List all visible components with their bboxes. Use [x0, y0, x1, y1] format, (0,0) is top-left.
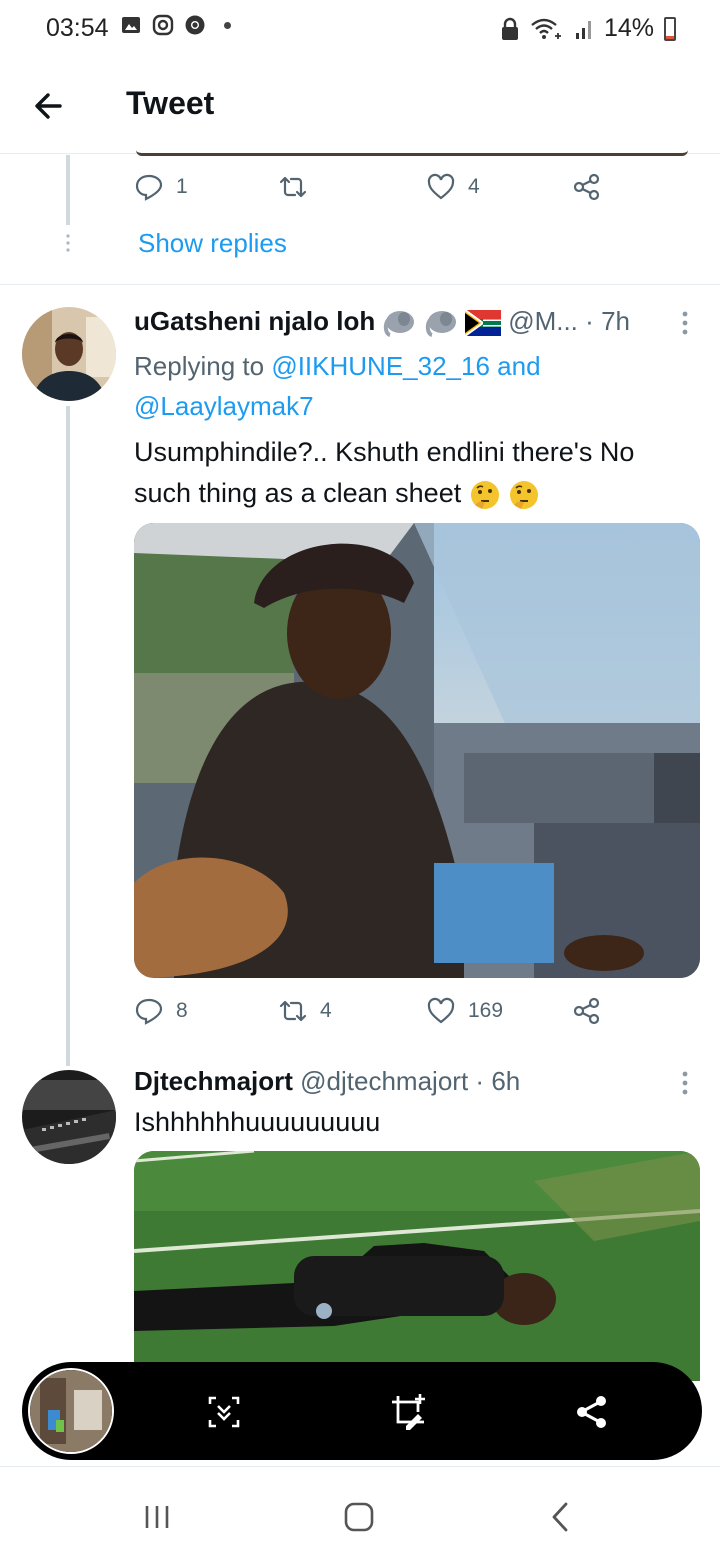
avatar[interactable]	[22, 307, 116, 401]
notification-dot-icon	[224, 21, 231, 29]
replying-to: Replying to @IIKHUNE_32_16 and @Laaylaym…	[134, 346, 694, 426]
previous-tweet-actions: 1 4	[134, 172, 614, 212]
like-button[interactable]: 4	[426, 172, 480, 202]
retweet-button[interactable]: 4	[278, 996, 332, 1026]
scroll-capture-icon[interactable]	[204, 1392, 244, 1432]
wifi-icon	[531, 18, 561, 39]
divider	[0, 1466, 720, 1467]
separator: ·	[475, 1066, 485, 1096]
mention-link[interactable]: @IIKHUNE_32_16	[271, 351, 490, 381]
like-count: 169	[468, 999, 504, 1022]
retweet-icon	[279, 1000, 307, 1022]
signal-icon	[575, 20, 591, 39]
thread-line	[66, 155, 70, 225]
crop-edit-icon[interactable]	[388, 1392, 428, 1432]
reply-icon	[135, 174, 163, 201]
battery-percentage: 14%	[603, 14, 654, 42]
tweet-header: Djtechmajort @djtechmajort · 6h	[134, 1066, 520, 1097]
lock-icon	[501, 17, 518, 40]
tweet-time: 7h	[601, 306, 630, 336]
tweet-image[interactable]	[134, 523, 700, 978]
tweet-actions: 8 4 169	[134, 996, 614, 1036]
display-name[interactable]: uGatsheni njalo loh	[134, 306, 375, 336]
reply-button[interactable]: 1	[134, 172, 188, 202]
avatar-photo	[22, 307, 116, 401]
heart-icon	[427, 997, 455, 1024]
car-photo	[134, 523, 700, 978]
like-button[interactable]: 169	[426, 996, 503, 1026]
screenshot-toolbar	[22, 1362, 702, 1460]
previous-tweet-media[interactable]	[136, 150, 688, 156]
reply-count: 8	[176, 999, 188, 1022]
tweet-header: uGatsheni njalo loh @M... · 7h	[134, 306, 630, 338]
display-name[interactable]: Djtechmajort	[134, 1066, 293, 1096]
share-icon	[573, 997, 600, 1025]
replying-and[interactable]: and	[497, 351, 540, 381]
reply-button[interactable]: 8	[134, 996, 188, 1026]
retweet-count: 4	[320, 999, 332, 1022]
status-bar: 03:54 14%	[0, 0, 720, 58]
handle[interactable]: @M...	[508, 306, 578, 336]
retweet-button[interactable]	[278, 172, 320, 202]
separator: ·	[585, 306, 594, 336]
system-nav-bar	[0, 1470, 720, 1560]
thinking-face-emoji	[510, 480, 539, 509]
elephant-emoji	[384, 311, 415, 338]
mention-link[interactable]: @Laaylaymak7	[134, 391, 314, 421]
like-count: 4	[468, 175, 480, 198]
app-header: Tweet	[0, 58, 720, 154]
more-options-icon[interactable]	[680, 1070, 690, 1098]
tweet-body: Usumphindile?.. Kshuth endlini there's N…	[134, 437, 635, 508]
share-icon	[573, 173, 600, 201]
battery-icon	[664, 16, 676, 41]
share-button[interactable]	[572, 996, 602, 1026]
screenshot-thumbnail[interactable]	[28, 1368, 114, 1454]
thinking-face-emoji	[470, 480, 499, 509]
tweet-time: 6h	[491, 1066, 521, 1096]
thread-line	[66, 406, 70, 1066]
page-title: Tweet	[126, 85, 215, 121]
home-icon[interactable]	[342, 1500, 376, 1534]
arrow-left-icon[interactable]	[30, 86, 70, 126]
elephant-emoji	[425, 311, 456, 338]
handle[interactable]: @djtechmajort	[300, 1066, 468, 1096]
back-icon[interactable]	[544, 1500, 578, 1534]
show-replies-link[interactable]: Show replies	[138, 228, 287, 259]
gallery-icon	[122, 17, 140, 33]
pitch-photo	[134, 1151, 700, 1381]
tweet-text: Ishhhhhhuuuuuuuuu	[134, 1107, 381, 1137]
recent-apps-icon[interactable]	[140, 1500, 174, 1534]
avatar-photo	[22, 1070, 116, 1164]
instagram-icon	[152, 14, 174, 36]
more-options-icon[interactable]	[680, 310, 690, 338]
tweet-text: Usumphindile?.. Kshuth endlini there's N…	[134, 432, 694, 514]
retweet-icon	[279, 176, 307, 198]
chrome-icon	[185, 15, 205, 35]
divider	[0, 284, 720, 285]
status-time: 03:54	[46, 14, 109, 42]
heart-icon	[427, 173, 455, 200]
reply-icon	[135, 998, 163, 1025]
share-icon[interactable]	[572, 1392, 612, 1432]
replying-prefix: Replying to	[134, 351, 265, 381]
more-replies-dots-icon	[66, 234, 70, 252]
reply-count: 1	[176, 175, 188, 198]
avatar[interactable]	[22, 1070, 116, 1164]
share-button[interactable]	[572, 172, 602, 202]
tweet-image[interactable]	[134, 1151, 700, 1381]
south-africa-flag-emoji	[464, 310, 501, 337]
